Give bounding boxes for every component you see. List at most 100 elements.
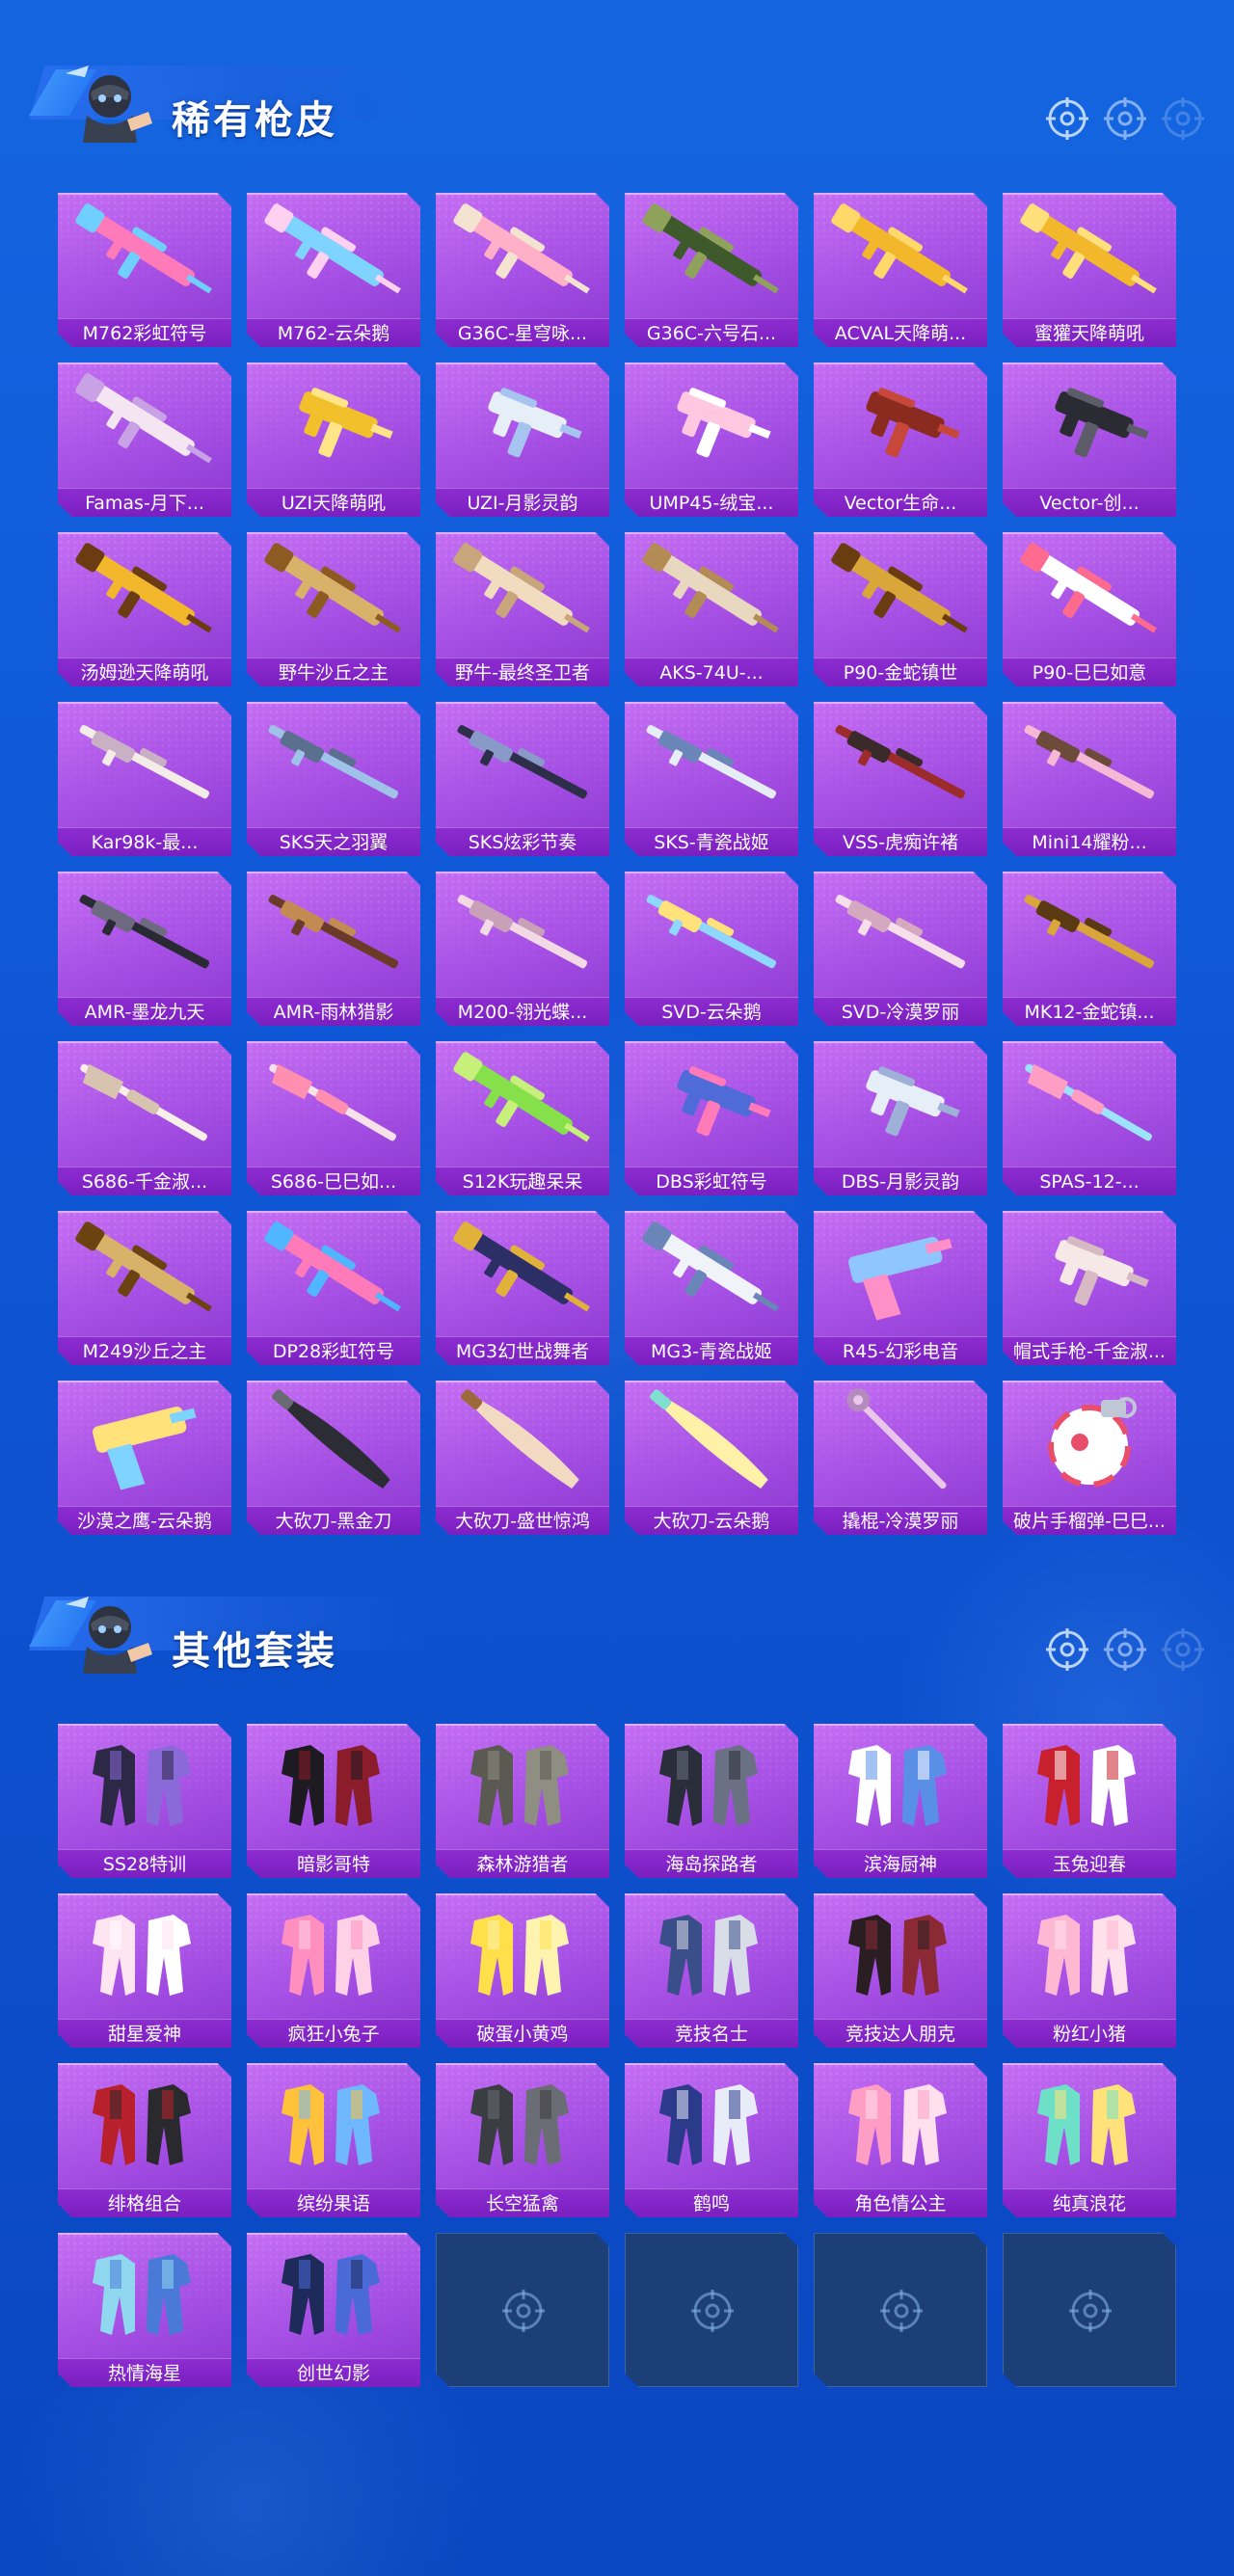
item-label: UZI天降萌吼 bbox=[247, 488, 420, 517]
item-card[interactable]: Vector生命... bbox=[814, 362, 987, 517]
weapon-skin-image bbox=[445, 538, 600, 650]
item-card[interactable]: 野牛-最终圣卫者 bbox=[436, 532, 609, 686]
item-card[interactable]: M762-云朵鹅 bbox=[247, 193, 420, 347]
item-card[interactable]: 绯格组合 bbox=[58, 2063, 231, 2217]
item-card[interactable]: SVD-云朵鹅 bbox=[625, 872, 798, 1026]
item-card[interactable]: MG3幻世战舞者 bbox=[436, 1211, 609, 1365]
item-card[interactable]: MG3-青瓷战姬 bbox=[625, 1211, 798, 1365]
item-card[interactable]: Vector-创... bbox=[1003, 362, 1176, 517]
crosshair-icon bbox=[501, 2289, 546, 2333]
item-card[interactable]: Famas-月下... bbox=[58, 362, 231, 517]
item-label: 玉兔迎春 bbox=[1003, 1849, 1176, 1878]
item-card[interactable]: G36C-六号石... bbox=[625, 193, 798, 347]
item-card[interactable]: M762彩虹符号 bbox=[58, 193, 231, 347]
item-card[interactable]: ACVAL天降萌... bbox=[814, 193, 987, 347]
item-card[interactable]: 热情海星 bbox=[58, 2233, 231, 2387]
weapon-skin-image bbox=[1012, 368, 1167, 480]
item-card[interactable]: 玉兔迎春 bbox=[1003, 1724, 1176, 1878]
item-label: MG3-青瓷战姬 bbox=[625, 1336, 798, 1365]
item-card[interactable]: 汤姆逊天降萌吼 bbox=[58, 532, 231, 686]
item-card[interactable]: 缤纷果语 bbox=[247, 2063, 420, 2217]
item-card[interactable]: 大砍刀-云朵鹅 bbox=[625, 1381, 798, 1535]
item-card[interactable]: DBS-月影灵韵 bbox=[814, 1041, 987, 1195]
item-card[interactable]: DBS彩虹符号 bbox=[625, 1041, 798, 1195]
item-card[interactable]: Kar98k-最... bbox=[58, 702, 231, 856]
item-card[interactable]: SVD-冷漠罗丽 bbox=[814, 872, 987, 1026]
item-card[interactable]: 大砍刀-盛世惊鸿 bbox=[436, 1381, 609, 1535]
outfit-image bbox=[1012, 1730, 1167, 1841]
section-header: 稀有枪皮 bbox=[0, 0, 1234, 143]
outfit-image bbox=[256, 2239, 411, 2350]
weapon-skin-image bbox=[67, 877, 222, 989]
item-card[interactable]: 帽式手枪-千金淑... bbox=[1003, 1211, 1176, 1365]
masked-soldier-icon bbox=[66, 66, 152, 143]
item-card[interactable]: 角色情公主 bbox=[814, 2063, 987, 2217]
item-card[interactable]: AMR-雨林猎影 bbox=[247, 872, 420, 1026]
item-card[interactable]: 大砍刀-黑金刀 bbox=[247, 1381, 420, 1535]
item-card[interactable]: 创世幻影 bbox=[247, 2233, 420, 2387]
item-card[interactable]: AKS-74U-... bbox=[625, 532, 798, 686]
item-label: G36C-星穹咏... bbox=[436, 318, 609, 347]
item-card[interactable]: UZI天降萌吼 bbox=[247, 362, 420, 517]
outfit-image bbox=[1012, 1899, 1167, 2011]
item-card[interactable]: 野牛沙丘之主 bbox=[247, 532, 420, 686]
weapon-skin-image bbox=[823, 538, 978, 650]
item-card[interactable]: 海岛探路者 bbox=[625, 1724, 798, 1878]
weapon-skin-image bbox=[67, 538, 222, 650]
item-card[interactable]: 粉红小猪 bbox=[1003, 1893, 1176, 2048]
item-card[interactable]: 甜星爱神 bbox=[58, 1893, 231, 2048]
item-card[interactable]: SKS-青瓷战姬 bbox=[625, 702, 798, 856]
item-card[interactable]: MK12-金蛇镇... bbox=[1003, 872, 1176, 1026]
item-label: 长空猛禽 bbox=[436, 2188, 609, 2217]
item-card[interactable]: S686-千金淑... bbox=[58, 1041, 231, 1195]
weapon-skin-image bbox=[1012, 199, 1167, 310]
item-card[interactable]: UZI-月影灵韵 bbox=[436, 362, 609, 517]
item-grid: M762彩虹符号 M762-云朵鹅 G36C-星穹咏... G36C-六号石... AC… bbox=[58, 193, 1176, 1535]
item-card[interactable]: 长空猛禽 bbox=[436, 2063, 609, 2217]
weapon-skin-image bbox=[1012, 1047, 1167, 1159]
item-card[interactable]: R45-幻彩电音 bbox=[814, 1211, 987, 1365]
section-title: 其他套装 bbox=[172, 1629, 337, 1674]
item-label: MK12-金蛇镇... bbox=[1003, 997, 1176, 1026]
item-label: 海岛探路者 bbox=[625, 1849, 798, 1878]
item-card[interactable]: 竞技达人朋克 bbox=[814, 1893, 987, 2048]
item-card[interactable]: M249沙丘之主 bbox=[58, 1211, 231, 1365]
item-label: G36C-六号石... bbox=[625, 318, 798, 347]
weapon-skin-image bbox=[445, 708, 600, 819]
item-card[interactable]: M200-翎光蝶... bbox=[436, 872, 609, 1026]
item-card[interactable]: SKS炫彩节奏 bbox=[436, 702, 609, 856]
item-card[interactable]: DP28彩虹符号 bbox=[247, 1211, 420, 1365]
item-card[interactable]: P90-巳巳如意 bbox=[1003, 532, 1176, 686]
item-card[interactable]: P90-金蛇镇世 bbox=[814, 532, 987, 686]
item-card[interactable]: 撬棍-冷漠罗丽 bbox=[814, 1381, 987, 1535]
item-card[interactable]: 竞技名士 bbox=[625, 1893, 798, 2048]
item-card[interactable]: 暗影哥特 bbox=[247, 1724, 420, 1878]
item-card[interactable]: 森林游猎者 bbox=[436, 1724, 609, 1878]
item-card[interactable]: VSS-虎痴许褚 bbox=[814, 702, 987, 856]
item-label: 滨海厨神 bbox=[814, 1849, 987, 1878]
item-card[interactable]: SKS天之羽翼 bbox=[247, 702, 420, 856]
item-label: 森林游猎者 bbox=[436, 1849, 609, 1878]
item-card[interactable]: SS28特训 bbox=[58, 1724, 231, 1878]
item-card[interactable]: S12K玩趣呆呆 bbox=[436, 1041, 609, 1195]
item-card[interactable]: AMR-墨龙九天 bbox=[58, 872, 231, 1026]
item-label: 疯狂小兔子 bbox=[247, 2019, 420, 2048]
item-label: UMP45-绒宝... bbox=[625, 488, 798, 517]
item-card[interactable]: SPAS-12-... bbox=[1003, 1041, 1176, 1195]
item-label: M200-翎光蝶... bbox=[436, 997, 609, 1026]
item-card[interactable]: 鹤鸣 bbox=[625, 2063, 798, 2217]
outfit-image bbox=[823, 1730, 978, 1841]
item-card[interactable]: 破蛋小黄鸡 bbox=[436, 1893, 609, 2048]
item-card[interactable]: 纯真浪花 bbox=[1003, 2063, 1176, 2217]
item-card[interactable]: UMP45-绒宝... bbox=[625, 362, 798, 517]
item-label: AMR-墨龙九天 bbox=[58, 997, 231, 1026]
item-label: Vector-创... bbox=[1003, 488, 1176, 517]
item-card[interactable]: 破片手榴弹-巳巳... bbox=[1003, 1381, 1176, 1535]
item-card[interactable]: S686-巳巳如... bbox=[247, 1041, 420, 1195]
item-card[interactable]: 疯狂小兔子 bbox=[247, 1893, 420, 2048]
item-card[interactable]: 沙漠之鹰-云朵鹅 bbox=[58, 1381, 231, 1535]
item-card[interactable]: G36C-星穹咏... bbox=[436, 193, 609, 347]
item-card[interactable]: Mini14耀粉... bbox=[1003, 702, 1176, 856]
item-card[interactable]: 蜜獾天降萌吼 bbox=[1003, 193, 1176, 347]
item-card[interactable]: 滨海厨神 bbox=[814, 1724, 987, 1878]
